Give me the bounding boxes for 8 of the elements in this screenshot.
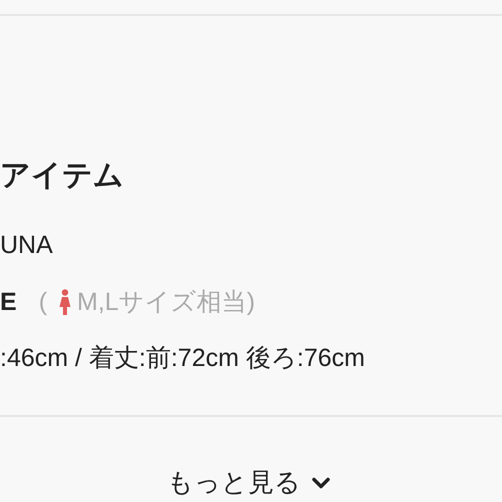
measurements-text: :46cm / 着丈:前:72cm 後ろ:76cm	[0, 343, 366, 373]
show-more-button[interactable]: もっと見る	[167, 463, 335, 502]
section-title: アイテム	[0, 158, 124, 194]
brand-name: UNA	[0, 230, 53, 260]
size-label: E	[0, 286, 17, 318]
size-note: M,Lサイズ相当)	[77, 286, 256, 318]
size-note-paren: (	[38, 286, 48, 318]
female-figure-icon	[59, 289, 72, 316]
